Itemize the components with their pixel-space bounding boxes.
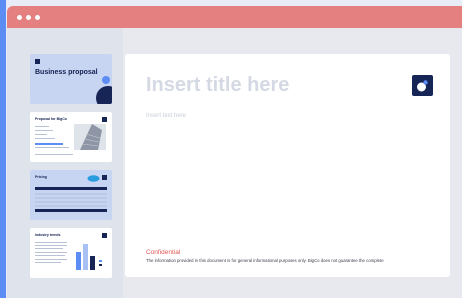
logo-icon <box>102 175 107 180</box>
slide-canvas[interactable]: Insert title here Insert text here Confi… <box>125 54 450 277</box>
cloud-icon <box>87 175 100 182</box>
text-line <box>35 134 47 135</box>
text-line <box>35 248 63 249</box>
slide-title-placeholder[interactable]: Insert title here <box>146 74 289 97</box>
window-dot-icon[interactable] <box>35 15 40 20</box>
disclaimer-text: The information provided in this documen… <box>146 258 384 263</box>
bar-chart-icon <box>76 244 102 270</box>
slide-thumbnail-4[interactable]: Industry trends <box>30 228 112 278</box>
window-dot-icon[interactable] <box>26 15 31 20</box>
text-line <box>35 255 65 256</box>
slide-title: Proposal for BigCo <box>35 117 67 121</box>
slide-thumbnail-2[interactable]: Proposal for BigCo <box>30 112 112 162</box>
logo-icon <box>102 117 107 122</box>
text-line <box>35 130 53 131</box>
text-line <box>35 262 61 263</box>
text-line <box>35 252 67 253</box>
slide-title: Pricing <box>35 175 47 179</box>
text-line <box>35 242 67 243</box>
slide-title: Business proposal <box>35 69 98 76</box>
slide-thumbnail-3[interactable]: Pricing <box>30 170 112 220</box>
logo-icon <box>102 233 107 238</box>
app-window: Business proposal Proposal for BigCo Pri… <box>7 6 462 298</box>
slide-text-placeholder[interactable]: Insert text here <box>146 113 186 119</box>
text-line <box>35 259 67 260</box>
brand-logo-icon <box>412 75 433 96</box>
text-line <box>35 126 49 127</box>
slide-thumbnail-1[interactable]: Business proposal <box>30 54 112 104</box>
slide-title: Industry trends <box>35 233 61 237</box>
window-dot-icon[interactable] <box>17 15 22 20</box>
text-line <box>35 154 73 155</box>
title-bar <box>7 6 462 28</box>
shapes-decoration-icon <box>96 76 112 104</box>
text-line <box>35 147 69 148</box>
building-photo-icon <box>74 124 106 150</box>
confidential-label: Confidential <box>146 249 181 256</box>
pricing-table-icon <box>35 187 107 212</box>
text-line <box>35 245 67 246</box>
left-accent-bar <box>0 0 6 298</box>
text-line <box>35 143 63 145</box>
slide-sidebar: Business proposal Proposal for BigCo Pri… <box>7 28 123 298</box>
text-line <box>35 138 55 139</box>
logo-icon <box>35 59 40 64</box>
